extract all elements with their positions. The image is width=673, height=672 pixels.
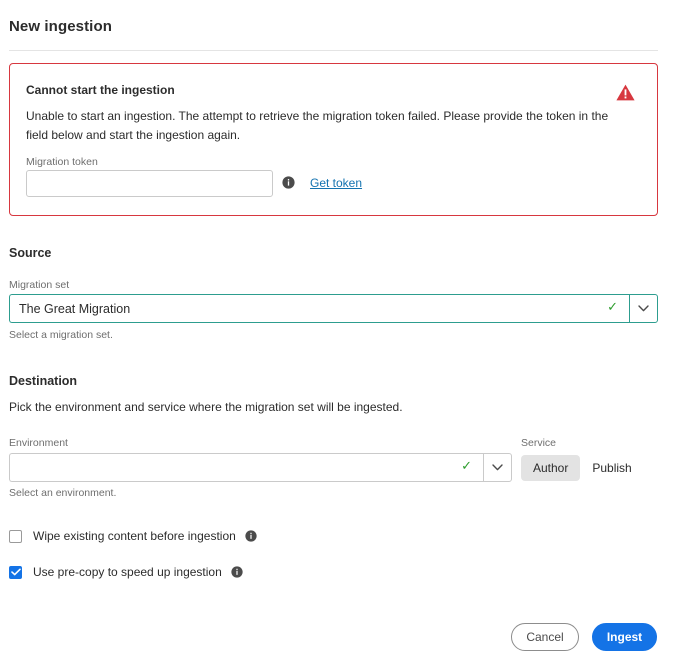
destination-heading: Destination [9,374,78,388]
environment-combobox: ✓ [9,453,512,482]
header-divider [9,50,658,51]
warning-triangle-icon [616,84,635,101]
info-icon[interactable] [231,566,243,578]
migration-token-label: Migration token [26,156,98,168]
ingest-button[interactable]: Ingest [592,623,657,651]
environment-chevron-down-icon[interactable] [483,453,512,482]
check-icon: ✓ [461,458,472,473]
service-option-author[interactable]: Author [521,454,581,481]
get-token-link[interactable]: Get token [310,176,362,190]
use-pre-copy-label: Use pre-copy to speed up ingestion [33,565,222,579]
source-heading: Source [9,246,52,260]
wipe-existing-content-checkbox[interactable] [9,529,22,543]
option-row-wipe-existing-content: Wipe existing content before ingestion [9,529,257,543]
new-ingestion-page: New ingestion Cannot start the ingestion… [0,0,673,672]
cancel-button[interactable]: Cancel [511,623,579,651]
migration-set-help: Select a migration set. [9,329,113,341]
wipe-existing-content-label: Wipe existing content before ingestion [33,529,236,543]
alert-message: Unable to start an ingestion. The attemp… [26,109,609,142]
info-icon[interactable] [245,530,257,542]
service-segmented-control: Author Publish [521,453,644,482]
environment-label: Environment [9,437,68,449]
environment-help: Select an environment. [9,487,117,499]
migration-token-input[interactable] [26,170,273,197]
destination-description: Pick the environment and service where t… [9,400,403,414]
page-title: New ingestion [9,18,112,35]
error-alert: Cannot start the ingestion Unable to sta… [9,63,658,216]
check-icon: ✓ [607,299,618,314]
service-option-publish[interactable]: Publish [580,455,643,481]
migration-set-combobox: ✓ [9,294,658,323]
use-pre-copy-checkbox[interactable] [9,565,22,579]
migration-set-input[interactable] [9,294,629,323]
option-row-use-pre-copy: Use pre-copy to speed up ingestion [9,565,243,579]
alert-title: Cannot start the ingestion [26,83,175,97]
info-icon[interactable] [282,176,295,189]
service-label: Service [521,437,557,449]
environment-input[interactable] [9,453,483,482]
migration-set-label: Migration set [9,279,70,291]
migration-set-chevron-down-icon[interactable] [629,294,658,323]
